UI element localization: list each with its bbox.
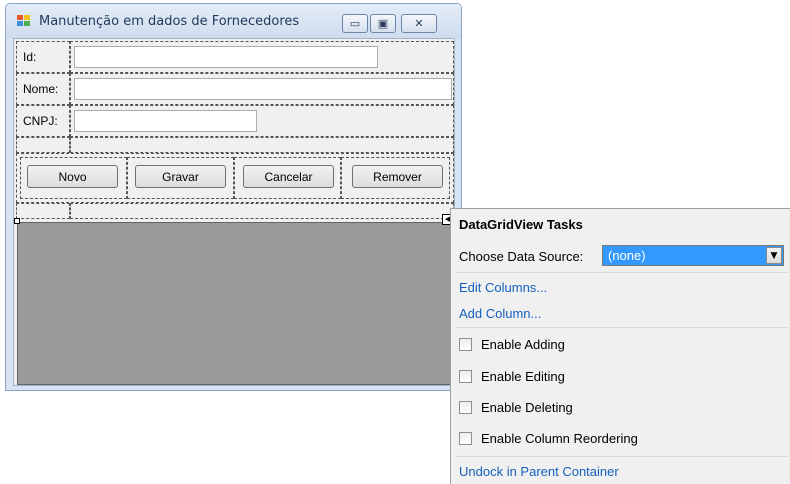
maximize-icon: ▣	[377, 17, 389, 30]
cnpj-input[interactable]	[74, 110, 257, 132]
selection-handle[interactable]	[14, 218, 20, 224]
checkbox-box[interactable]	[459, 401, 472, 414]
data-source-value: (none)	[608, 248, 646, 263]
cnpj-label: CNPJ:	[23, 114, 58, 128]
add-column-link[interactable]: Add Column...	[459, 306, 541, 321]
gravar-button[interactable]: Gravar	[135, 165, 226, 188]
designer-surface: Manutenção em dados de Fornecedores ▭ ▣ …	[0, 0, 790, 484]
enable-column-reordering-checkbox[interactable]: Enable Column Reordering	[459, 431, 638, 446]
app-icon	[17, 15, 31, 27]
checkbox-label: Enable Column Reordering	[481, 431, 638, 446]
table-layout-panel: Id: Nome: CNPJ: Novo Gravar Cancelar Rem…	[14, 39, 456, 391]
minimize-icon: ▭	[349, 17, 361, 30]
layout-cell-spacer-right	[70, 137, 454, 153]
tasks-title: DataGridView Tasks	[459, 217, 583, 232]
remover-button[interactable]: Remover	[352, 165, 443, 188]
id-label: Id:	[23, 50, 37, 64]
layout-cell-spacer2-right	[70, 203, 454, 219]
window-title: Manutenção em dados de Fornecedores	[39, 14, 300, 29]
layout-cell-spacer-left	[16, 137, 70, 153]
minimize-button[interactable]: ▭	[342, 14, 368, 33]
separator	[457, 456, 789, 457]
edit-columns-link[interactable]: Edit Columns...	[459, 280, 547, 295]
datagridview-tasks-panel: DataGridView Tasks Choose Data Source: (…	[450, 208, 790, 484]
checkbox-label: Enable Adding	[481, 337, 565, 352]
nome-input[interactable]	[74, 78, 452, 100]
enable-deleting-checkbox[interactable]: Enable Deleting	[459, 400, 573, 415]
checkbox-box[interactable]	[459, 338, 472, 351]
choose-data-source-label: Choose Data Source:	[459, 249, 584, 264]
cancelar-button[interactable]: Cancelar	[243, 165, 334, 188]
chevron-down-icon: ▼	[770, 250, 778, 261]
nome-label: Nome:	[23, 82, 59, 96]
checkbox-box[interactable]	[459, 432, 472, 445]
dropdown-arrow-icon[interactable]: ▼	[766, 247, 782, 264]
checkbox-label: Enable Editing	[481, 369, 565, 384]
enable-adding-checkbox[interactable]: Enable Adding	[459, 337, 565, 352]
close-button[interactable]: ✕	[401, 14, 437, 33]
checkbox-label: Enable Deleting	[481, 400, 573, 415]
data-grid-view[interactable]	[17, 222, 454, 385]
close-icon: ✕	[414, 17, 424, 30]
id-input[interactable]	[74, 46, 378, 68]
enable-editing-checkbox[interactable]: Enable Editing	[459, 369, 565, 384]
novo-button[interactable]: Novo	[27, 165, 118, 188]
layout-cell-spacer2-left	[16, 203, 70, 219]
separator	[457, 327, 789, 328]
title-bar[interactable]: Manutenção em dados de Fornecedores ▭ ▣ …	[6, 4, 461, 38]
undock-link[interactable]: Undock in Parent Container	[459, 464, 619, 479]
form-client-area: Id: Nome: CNPJ: Novo Gravar Cancelar Rem…	[13, 38, 455, 386]
maximize-button[interactable]: ▣	[370, 14, 396, 33]
separator	[457, 272, 789, 273]
form-window[interactable]: Manutenção em dados de Fornecedores ▭ ▣ …	[5, 3, 462, 391]
checkbox-box[interactable]	[459, 370, 472, 383]
data-source-combobox[interactable]: (none) ▼	[602, 245, 784, 266]
